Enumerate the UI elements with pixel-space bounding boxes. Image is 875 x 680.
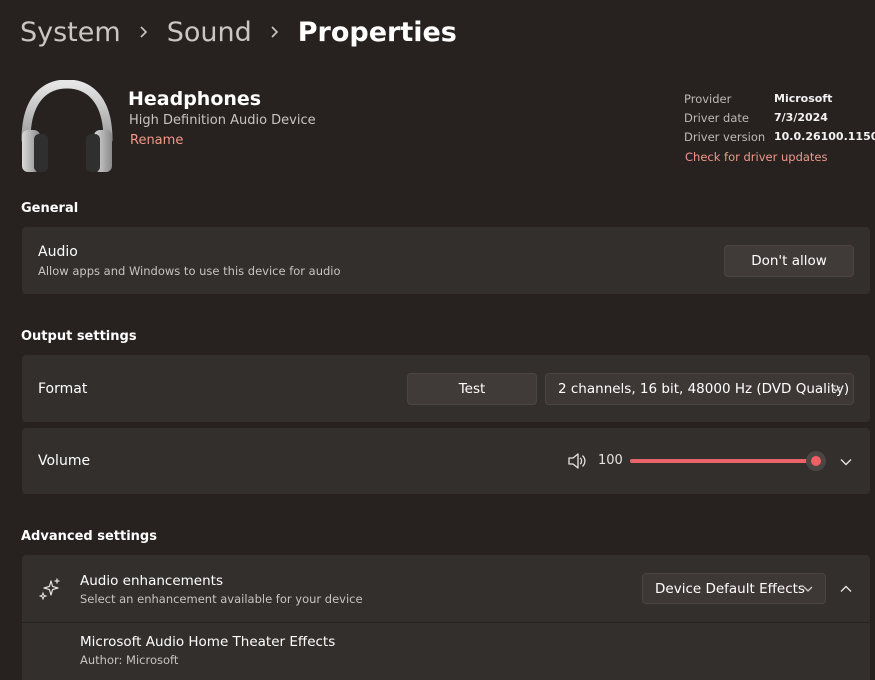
- audio-enhancements-title: Audio enhancements: [80, 573, 223, 589]
- audio-enhancements-selected: Device Default Effects: [655, 580, 805, 597]
- effect-author: Author: Microsoft: [80, 653, 179, 667]
- audio-card: Audio Allow apps and Windows to use this…: [22, 227, 870, 294]
- breadcrumb-sound[interactable]: Sound: [167, 17, 252, 48]
- volume-expand-chevron-down-icon[interactable]: [836, 452, 856, 472]
- format-dropdown[interactable]: 2 channels, 16 bit, 48000 Hz (DVD Qualit…: [545, 373, 854, 405]
- speaker-icon[interactable]: [567, 452, 587, 474]
- dont-allow-button[interactable]: Don't allow: [724, 245, 854, 277]
- chevron-down-icon: [803, 586, 813, 592]
- volume-card: Volume 100: [22, 428, 870, 494]
- format-title: Format: [38, 381, 88, 397]
- volume-slider-fill: [630, 459, 816, 463]
- output-settings-heading: Output settings: [21, 329, 137, 344]
- driver-date-label: Driver date: [684, 111, 749, 125]
- chevron-right-icon: [139, 25, 149, 39]
- volume-value: 100: [598, 453, 623, 468]
- provider-label: Provider: [684, 92, 732, 106]
- check-driver-updates-link[interactable]: Check for driver updates: [685, 150, 828, 164]
- audio-enhancements-dropdown[interactable]: Device Default Effects: [642, 573, 826, 604]
- volume-title: Volume: [38, 453, 91, 469]
- effect-title: Microsoft Audio Home Theater Effects: [80, 634, 336, 650]
- test-button[interactable]: Test: [407, 373, 537, 405]
- breadcrumb-system[interactable]: System: [20, 17, 121, 48]
- advanced-settings-heading: Advanced settings: [21, 529, 157, 544]
- page-title: Properties: [297, 16, 457, 48]
- format-card: Format Test 2 channels, 16 bit, 48000 Hz…: [22, 355, 870, 422]
- audio-title: Audio: [38, 244, 78, 260]
- sparkle-icon: [38, 577, 61, 604]
- general-heading: General: [21, 201, 79, 216]
- format-selected: 2 channels, 16 bit, 48000 Hz (DVD Qualit…: [558, 381, 850, 397]
- device-name: Headphones: [128, 88, 262, 110]
- provider-value: Microsoft: [774, 92, 833, 105]
- audio-enhancements-subtitle: Select an enhancement available for your…: [80, 592, 363, 606]
- rename-link[interactable]: Rename: [130, 133, 183, 148]
- audio-subtitle: Allow apps and Windows to use this devic…: [38, 264, 341, 278]
- device-description: High Definition Audio Device: [129, 113, 316, 128]
- collapse-chevron-up-icon[interactable]: [836, 579, 856, 599]
- breadcrumb: System Sound Properties: [20, 14, 457, 50]
- driver-version-label: Driver version: [684, 130, 766, 144]
- volume-slider-thumb[interactable]: [806, 451, 826, 471]
- chevron-down-icon: [831, 386, 841, 392]
- effect-card: Microsoft Audio Home Theater Effects Aut…: [22, 623, 870, 680]
- headphones-icon: [20, 79, 114, 180]
- audio-enhancements-card: Audio enhancements Select an enhancement…: [22, 555, 870, 622]
- driver-version-value: 10.0.26100.1150: [774, 130, 875, 143]
- chevron-right-icon: [270, 25, 280, 39]
- driver-date-value: 7/3/2024: [774, 111, 828, 124]
